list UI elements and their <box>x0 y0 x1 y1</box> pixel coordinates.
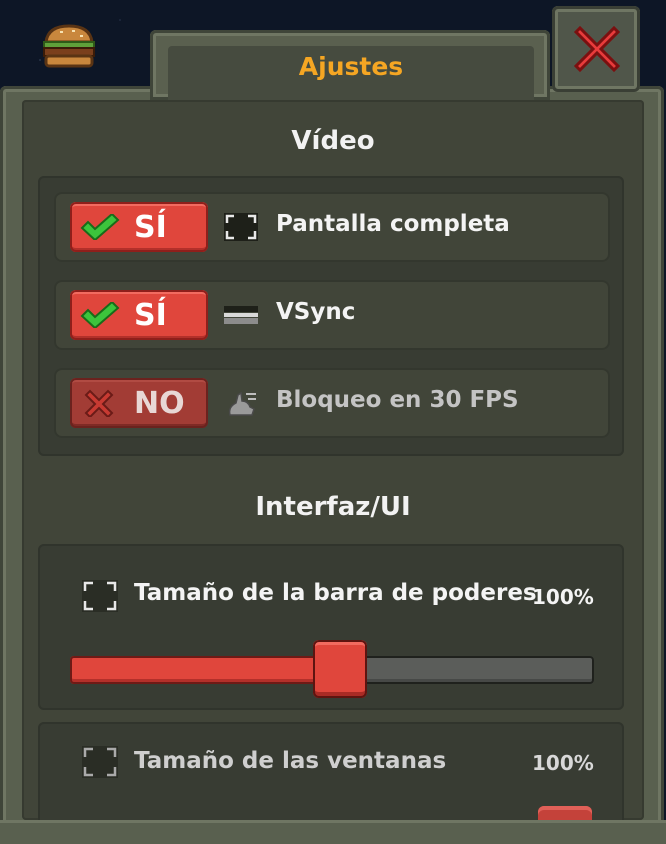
vsync-option-row: SÍ VSync <box>54 280 610 350</box>
vsync-toggle-label: SÍ <box>134 298 167 333</box>
fullscreen-toggle-label: SÍ <box>134 210 167 245</box>
close-x-icon <box>573 25 621 73</box>
fullscreen-toggle[interactable]: SÍ <box>70 202 208 252</box>
fps-lock-toggle[interactable]: NO <box>70 378 208 428</box>
power-bar-size-slider[interactable] <box>70 640 594 698</box>
resize-icon <box>82 746 118 778</box>
x-icon <box>84 389 114 417</box>
fullscreen-icon <box>224 213 258 241</box>
fullscreen-label: Pantalla completa <box>276 211 510 237</box>
vsync-icon <box>224 306 258 324</box>
check-icon <box>80 302 120 328</box>
window-size-label: Tamaño de las ventanas <box>134 748 447 774</box>
fps-lock-label: Bloqueo en 30 FPS <box>276 387 519 413</box>
rabbit-icon <box>228 391 256 416</box>
window-title: Ajustes <box>298 52 404 81</box>
fullscreen-option-row: SÍ Pantalla completa <box>54 192 610 262</box>
interface-section-heading: Interfaz/UI <box>255 492 411 522</box>
fps-lock-toggle-label: NO <box>134 386 185 421</box>
close-button[interactable] <box>552 6 640 92</box>
power-bar-size-value: 100% <box>532 585 594 609</box>
power-bar-size-label: Tamaño de la barra de poderes <box>134 580 537 606</box>
slider-handle[interactable] <box>313 640 367 698</box>
check-icon <box>80 214 120 240</box>
burger-icon <box>40 22 98 70</box>
vsync-label: VSync <box>276 299 356 325</box>
slider-fill <box>70 656 323 684</box>
resize-icon <box>82 580 118 612</box>
fps-lock-option-row: NO Bloqueo en 30 FPS <box>54 368 610 438</box>
window-size-slider-handle[interactable] <box>538 806 592 820</box>
window-size-group <box>38 722 624 832</box>
frame-bottom-edge <box>0 820 666 844</box>
video-section-heading: Vídeo <box>291 126 375 156</box>
window-size-value: 100% <box>532 751 594 775</box>
vsync-toggle[interactable]: SÍ <box>70 290 208 340</box>
